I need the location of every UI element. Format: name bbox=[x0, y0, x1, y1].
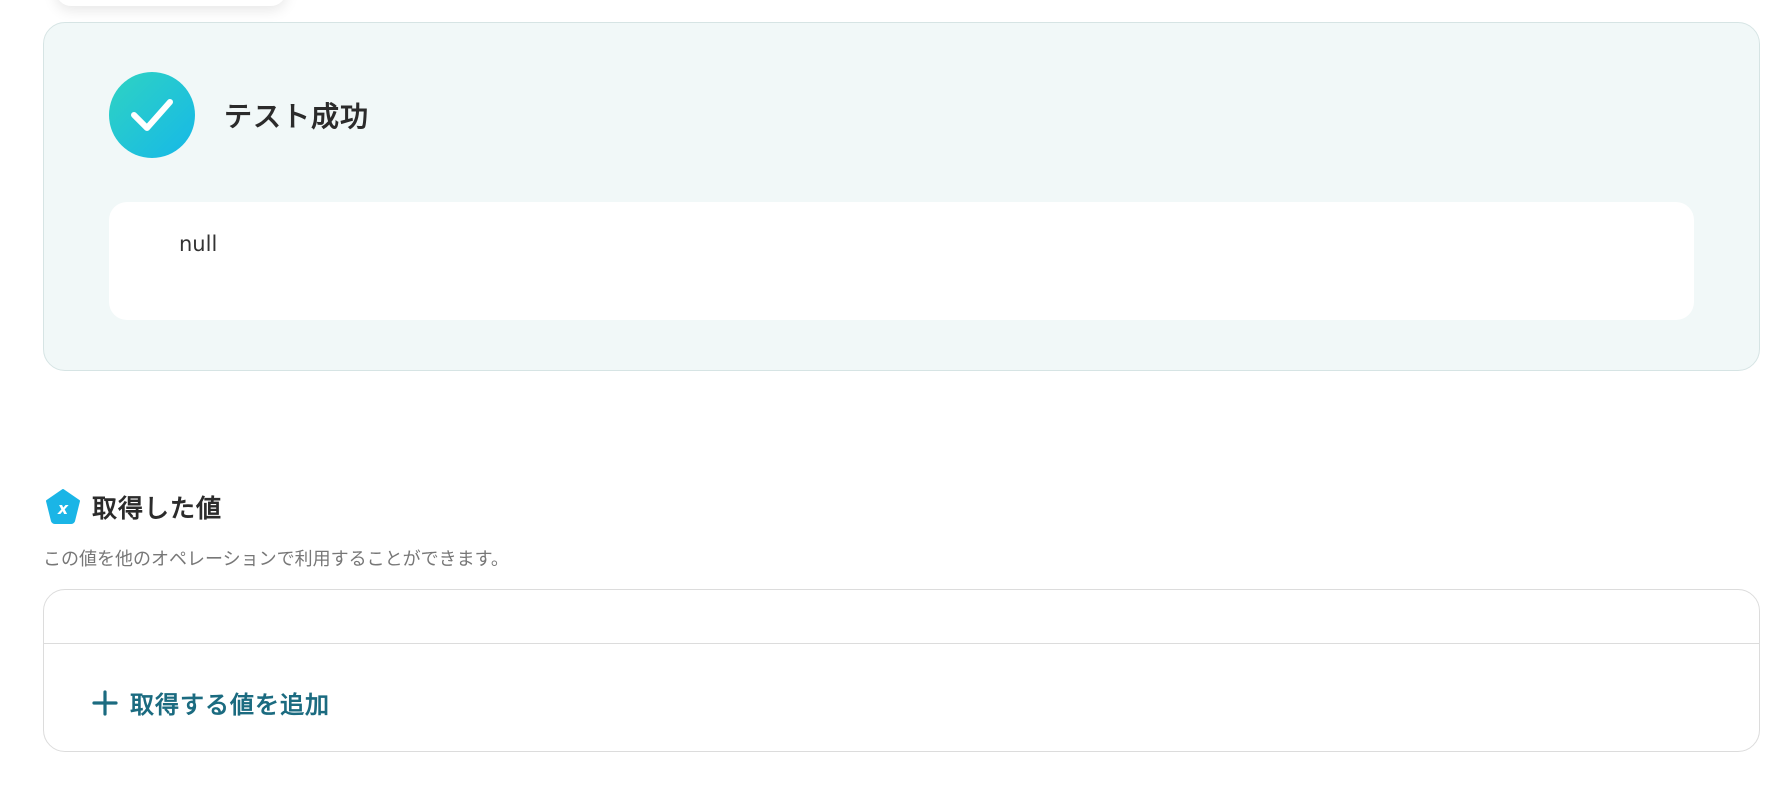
retrieved-values-panel: 取得する値を追加 bbox=[43, 589, 1760, 752]
plus-icon bbox=[92, 689, 118, 716]
check-icon bbox=[131, 99, 173, 131]
variable-pentagon-icon: x bbox=[46, 489, 80, 524]
test-status-title: テスト成功 bbox=[224, 100, 370, 133]
retrieved-values-description: この値を他のオペレーションで利用することができます。 bbox=[43, 549, 509, 570]
add-retrieved-value-button[interactable]: 取得する値を追加 bbox=[92, 685, 330, 720]
test-result-panel: テスト成功 null bbox=[43, 22, 1760, 371]
overlay-shadow bbox=[56, 0, 286, 6]
variable-icon-glyph: x bbox=[57, 499, 69, 518]
test-output-box: null bbox=[109, 202, 1694, 320]
retrieved-values-header: x 取得した値 bbox=[44, 488, 222, 526]
test-output-value: null bbox=[179, 232, 218, 256]
add-retrieved-value-label: 取得する値を追加 bbox=[130, 691, 330, 719]
retrieved-values-title: 取得した値 bbox=[92, 494, 223, 523]
success-check-icon bbox=[109, 72, 195, 158]
retrieved-values-list bbox=[44, 590, 1759, 644]
